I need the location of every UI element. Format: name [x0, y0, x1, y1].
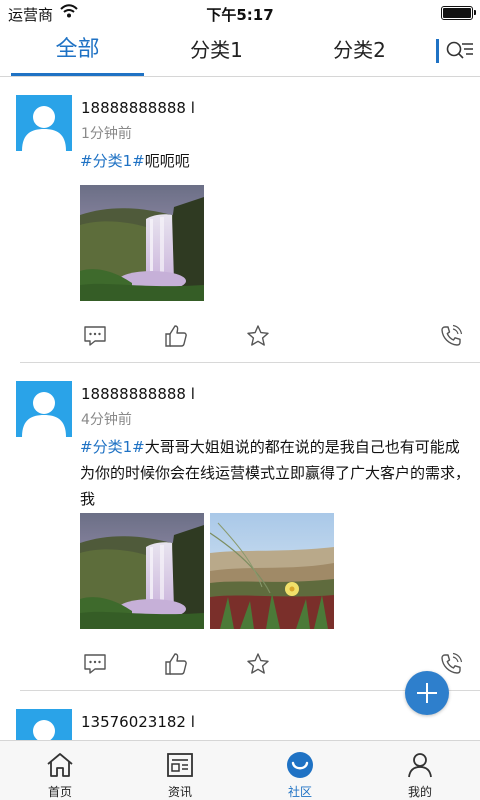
avatar[interactable] — [16, 709, 72, 740]
comment-icon[interactable] — [82, 323, 108, 349]
star-icon[interactable] — [245, 651, 271, 677]
post-text: 呃呃呃 — [144, 152, 190, 170]
avatar[interactable] — [16, 95, 72, 151]
news-icon — [165, 750, 195, 780]
search-list-icon[interactable] — [445, 38, 475, 64]
nav-label: 首页 — [47, 785, 72, 799]
nav-label: 我的 — [407, 785, 432, 799]
tab-category-1[interactable]: 分类1 — [145, 26, 288, 76]
battery-icon — [441, 6, 476, 20]
status-time: 下午5:17 — [206, 6, 274, 24]
tab-all[interactable]: 全部 — [11, 26, 144, 76]
bottom-nav: 首页 资讯 社区 我的 — [0, 740, 480, 800]
post-feed[interactable]: 18888888888 l 1分钟前 #分类1#呃呃呃 18888888888 … — [0, 77, 480, 740]
tab-category-2[interactable]: 分类2 — [288, 26, 431, 76]
post-time: 1分钟前 — [81, 126, 132, 142]
add-post-button[interactable] — [405, 671, 449, 715]
post-item: 18888888888 l 4分钟前 #分类1#大哥哥大姐姐说的都在说的是我自己… — [0, 363, 480, 691]
post-content[interactable]: #分类1#呃呃呃 — [80, 148, 470, 174]
avatar[interactable] — [16, 381, 72, 437]
phone-icon[interactable] — [438, 651, 464, 677]
post-actions — [0, 323, 480, 353]
post-author[interactable]: 13576023182 l — [81, 713, 195, 731]
post-content[interactable]: #分类1#大哥哥大姐姐说的都在说的是我自己也有可能成为你的时候你会在线运营模式立… — [80, 434, 470, 512]
profile-icon — [405, 750, 435, 780]
nav-profile[interactable]: 我的 — [360, 741, 480, 800]
category-tabs: 全部 分类1 分类2 — [0, 26, 480, 77]
nav-label: 资讯 — [167, 785, 192, 799]
nav-home[interactable]: 首页 — [0, 741, 120, 800]
community-icon — [285, 750, 315, 780]
post-actions — [0, 651, 480, 681]
post-item: 18888888888 l 1分钟前 #分类1#呃呃呃 — [0, 77, 480, 363]
nav-news[interactable]: 资讯 — [120, 741, 240, 800]
post-image-waterfall[interactable] — [80, 185, 204, 301]
battery-level — [443, 8, 471, 18]
home-icon — [45, 750, 75, 780]
post-author[interactable]: 18888888888 l — [81, 99, 195, 117]
tab-divider — [436, 39, 439, 63]
post-tag[interactable]: #分类1# — [80, 438, 145, 456]
active-tab-indicator — [11, 73, 144, 76]
status-bar: 运营商 下午5:17 — [0, 0, 480, 26]
post-image-waterfall[interactable] — [80, 513, 204, 629]
nav-label: 社区 — [287, 785, 312, 799]
post-time: 4分钟前 — [81, 412, 132, 428]
post-tag[interactable]: #分类1# — [80, 152, 145, 170]
post-image-beach-flower[interactable] — [210, 513, 334, 629]
comment-icon[interactable] — [82, 651, 108, 677]
star-icon[interactable] — [245, 323, 271, 349]
like-icon[interactable] — [163, 323, 189, 349]
post-author[interactable]: 18888888888 l — [81, 385, 195, 403]
nav-community[interactable]: 社区 — [240, 741, 360, 800]
like-icon[interactable] — [163, 651, 189, 677]
phone-icon[interactable] — [438, 323, 464, 349]
